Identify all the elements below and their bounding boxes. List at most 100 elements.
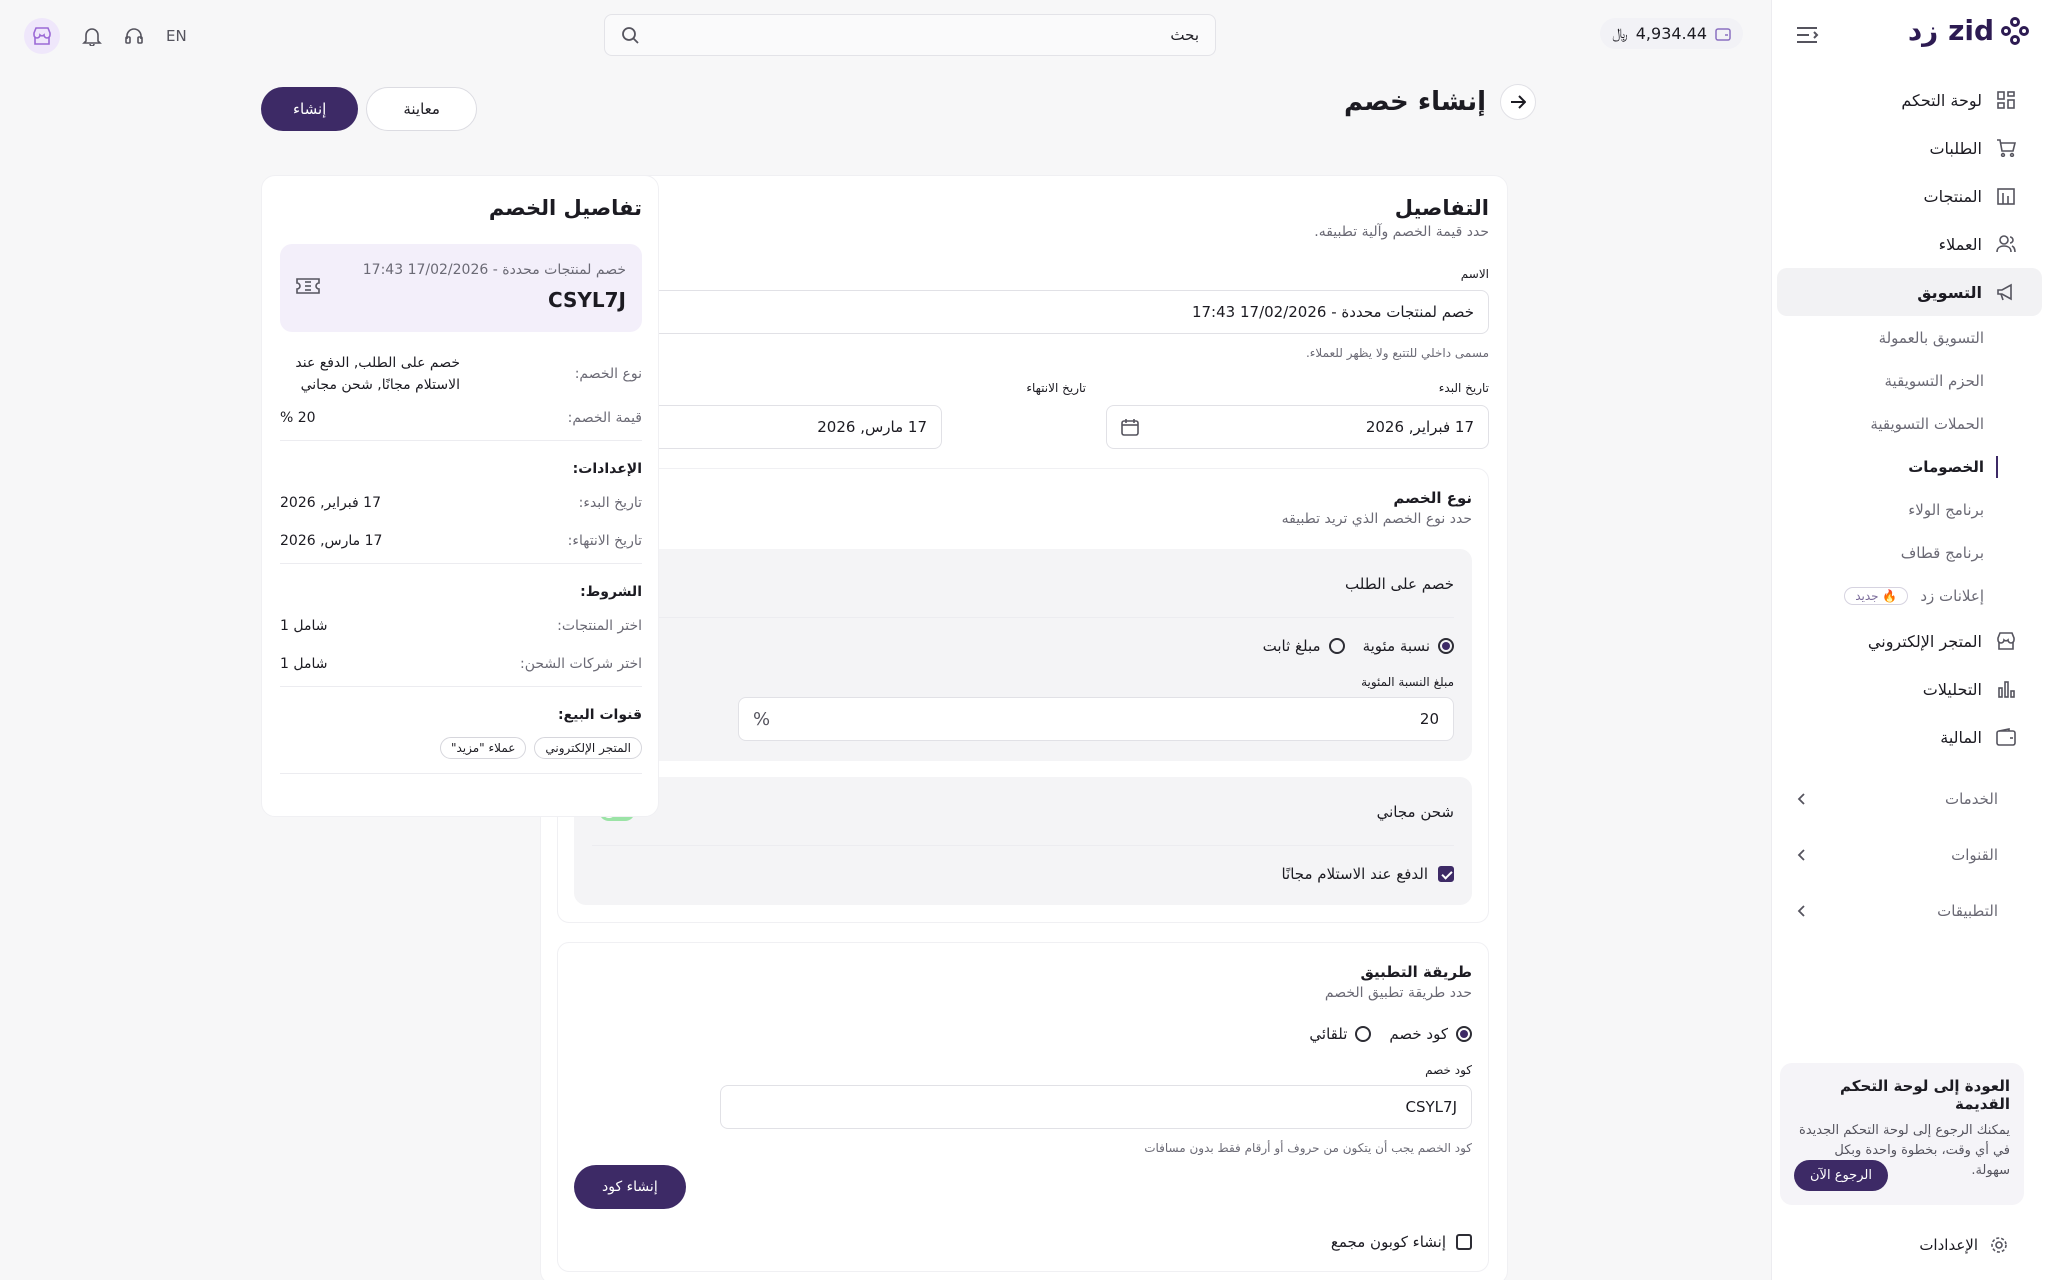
wallet-icon <box>1996 727 2016 747</box>
nav-products[interactable]: المنتجات <box>1777 172 2042 220</box>
new-badge: 🔥 جديد <box>1844 586 1909 605</box>
chevron-left-icon <box>1797 849 1807 861</box>
summary-products-label: اختر المنتجات: <box>557 618 642 634</box>
nav-orders[interactable]: الطلبات <box>1777 124 2042 172</box>
nav-marketing[interactable]: التسويق <box>1777 268 2042 316</box>
search-icon <box>621 26 639 44</box>
code-field[interactable]: CSYL7J <box>720 1085 1472 1129</box>
nav-customers[interactable]: العملاء <box>1777 220 2042 268</box>
cod-free-checkbox[interactable] <box>1438 866 1454 882</box>
summary-shipping-row: اختر شركات الشحن: شامل 1 <box>280 656 642 672</box>
summary-box-name: خصم لمنتجات محددة - 17/02/2026 17:43 <box>362 262 626 278</box>
fixed-radio[interactable] <box>1328 638 1345 654</box>
building-icon <box>1996 186 2016 206</box>
percent-radio[interactable] <box>1438 638 1454 654</box>
subnav-qitaf[interactable]: برنامج قطاف <box>1771 531 2048 574</box>
wallet-balance[interactable]: 4,934.44 ﷼ <box>1600 18 1743 49</box>
percent-option[interactable]: نسبة مئوية <box>1363 637 1454 655</box>
auto-radio[interactable] <box>1355 1026 1372 1042</box>
nav-analytics[interactable]: التحليلات <box>1777 665 2042 713</box>
summary-start-row: تاريخ البدء: 17 فبراير, 2026 <box>280 495 642 511</box>
back-arrow-icon[interactable] <box>1500 84 1536 120</box>
topbar: 4,934.44 ﷼ بحث EN <box>0 0 1771 70</box>
calendar-icon <box>1121 418 1139 436</box>
nav-products-label: المنتجات <box>1923 186 1983 206</box>
subnav-zid-ads[interactable]: إعلانات زد 🔥 جديد <box>1771 574 2048 617</box>
cod-free-option[interactable]: الدفع عند الاستلام مجانًا <box>1281 865 1454 883</box>
subnav-zid-ads-label: إعلانات زد <box>1920 586 1984 605</box>
start-date-field[interactable]: 17 فبراير, 2026 <box>1106 405 1489 449</box>
zid-logo[interactable]: zid زد <box>1908 14 2030 47</box>
method-title: طريقة التطبيق <box>1360 963 1472 981</box>
subnav-loyalty[interactable]: برنامج الولاء <box>1771 488 2048 531</box>
subnav-discounts[interactable]: الخصومات <box>1771 445 2048 488</box>
fixed-option[interactable]: مبلغ ثابت <box>1263 637 1345 655</box>
language-switch[interactable]: EN <box>166 27 187 45</box>
auto-option-label: تلقائي <box>1309 1025 1348 1043</box>
group-channels[interactable]: القنوات <box>1771 827 2048 883</box>
store-switch-icon[interactable] <box>24 18 60 54</box>
preview-button[interactable]: معاينة <box>366 87 477 131</box>
promo-title: العودة إلى لوحة التحكم القديمة <box>1840 1077 2010 1113</box>
discount-type-title: نوع الخصم <box>1393 489 1472 507</box>
summary-value-row: قيمة الخصم: 20 % <box>280 410 642 426</box>
search-input[interactable]: بحث <box>604 14 1216 56</box>
details-card: التفاصيل حدد قيمة الخصم وآلية تطبيقه. ال… <box>540 175 1508 1280</box>
code-option-label: كود خصم <box>1389 1025 1448 1043</box>
summary-end-row: تاريخ الانتهاء: 17 مارس, 2026 <box>280 533 642 549</box>
group-channels-label: القنوات <box>1951 846 1998 864</box>
nav-settings[interactable]: الإعدادات <box>1919 1236 2008 1254</box>
bulk-coupon-label: إنشاء كوبون مجمع <box>1330 1233 1446 1251</box>
summary-card: تفاصيل الخصم خصم لمنتجات محددة - 17/02/2… <box>261 175 659 817</box>
collapse-sidebar-icon[interactable] <box>1794 22 1820 48</box>
nav-orders-label: الطلبات <box>1929 138 1982 158</box>
sidebar: zid زد لوحة التحكم الطلبات المنتجات العم… <box>1771 0 2048 1280</box>
nav-online-store[interactable]: المتجر الإلكتروني <box>1777 617 2042 665</box>
chevron-left-icon <box>1797 793 1807 805</box>
subnav-affiliate[interactable]: التسويق بالعمولة <box>1771 316 2048 359</box>
return-now-button[interactable]: الرجوع الآن <box>1794 1160 1888 1191</box>
discount-type-section: نوع الخصم حدد نوع الخصم الذي تريد تطبيقه… <box>557 468 1489 923</box>
bulk-coupon-option[interactable]: إنشاء كوبون مجمع <box>1331 1233 1472 1251</box>
percent-amount-label: مبلغ النسبة المئوية <box>1361 675 1454 689</box>
code-option[interactable]: كود خصم <box>1389 1025 1472 1043</box>
subnav-bundles[interactable]: الحزم التسويقية <box>1771 359 2048 402</box>
method-radio-group: كود خصم تلقائي <box>1309 1025 1472 1043</box>
auto-option[interactable]: تلقائي <box>1309 1025 1372 1043</box>
percent-sign: % <box>753 708 771 730</box>
summary-start-value: 17 فبراير, 2026 <box>280 495 381 511</box>
group-services[interactable]: الخدمات <box>1771 771 2048 827</box>
nav-finance[interactable]: المالية <box>1777 713 2042 761</box>
divider <box>592 845 1454 846</box>
name-field[interactable]: خصم لمنتجات محددة - 17/02/2026 17:43 <box>557 290 1489 334</box>
end-date-label: تاريخ الانتهاء <box>1026 381 1086 395</box>
method-subtitle: حدد طريقة تطبيق الخصم <box>1324 985 1472 1001</box>
summary-type-value: خصم على الطلب, الدفع عند الاستلام مجانًا… <box>295 355 460 393</box>
generate-code-button[interactable]: إنشاء كود <box>574 1165 686 1209</box>
end-date-value: 17 مارس, 2026 <box>817 418 927 436</box>
percent-amount-field[interactable]: 20 % <box>738 697 1454 741</box>
channel-chip: المتجر الإلكتروني <box>534 737 642 759</box>
summary-conditions-title: الشروط: <box>580 584 642 600</box>
summary-channels-chips: المتجر الإلكتروني عملاء "مزيد" <box>280 737 642 759</box>
old-dashboard-promo: العودة إلى لوحة التحكم القديمة يمكنك الر… <box>1780 1063 2024 1205</box>
summary-value-label: قيمة الخصم: <box>567 410 642 426</box>
zid-logo-icon <box>2000 16 2030 46</box>
divider <box>592 617 1454 618</box>
application-method-section: طريقة التطبيق حدد طريقة تطبيق الخصم كود … <box>557 942 1489 1272</box>
summary-end-value: 17 مارس, 2026 <box>280 533 383 549</box>
start-date-label: تاريخ البدء <box>1438 381 1489 395</box>
subnav-qitaf-label: برنامج قطاف <box>1900 543 1984 562</box>
bulk-coupon-checkbox[interactable] <box>1456 1234 1472 1250</box>
subnav-campaigns[interactable]: الحملات التسويقية <box>1771 402 2048 445</box>
group-apps[interactable]: التطبيقات <box>1771 883 2048 939</box>
chevron-left-icon <box>1797 905 1807 917</box>
headset-icon[interactable] <box>124 26 144 46</box>
code-radio[interactable] <box>1456 1026 1472 1042</box>
divider <box>280 563 642 564</box>
bell-icon[interactable] <box>82 26 102 46</box>
page-header: إنشاء خصم <box>1344 84 1536 120</box>
nav-dashboard[interactable]: لوحة التحكم <box>1777 76 2042 124</box>
summary-title: تفاصيل الخصم <box>488 196 642 220</box>
create-button[interactable]: إنشاء <box>261 87 359 131</box>
